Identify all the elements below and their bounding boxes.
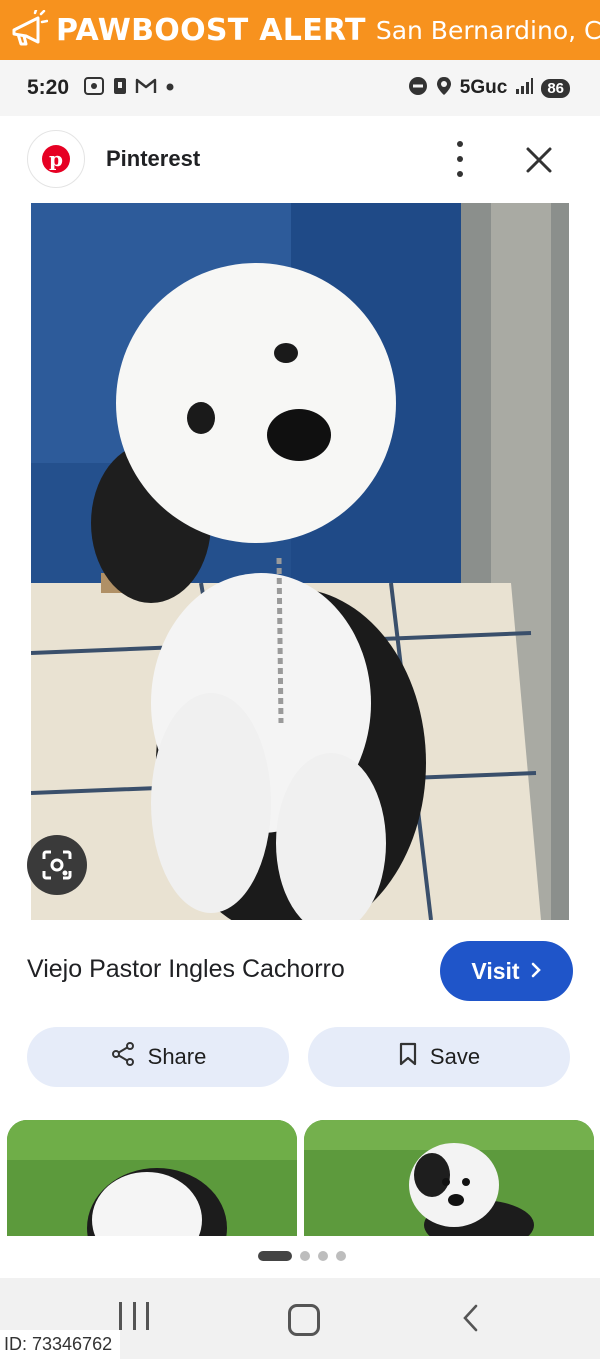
pawboost-alert-banner: PAWBOOST ALERT San Bernardino, CA (0, 0, 600, 60)
visit-label: Visit (471, 957, 520, 984)
status-time: 5:20 (27, 76, 70, 99)
related-image[interactable] (7, 1120, 297, 1236)
pinterest-logo-icon: p (42, 145, 70, 173)
carousel-dot (318, 1251, 328, 1261)
gmail-icon (135, 77, 157, 100)
share-button[interactable]: Share (27, 1027, 289, 1087)
screenshot-icon (83, 76, 105, 101)
alert-location: San Bernardino, CA (375, 15, 600, 45)
carousel-dot (336, 1251, 346, 1261)
image-id-label: ID: 73346762 (0, 1330, 121, 1359)
pinterest-logo[interactable]: p (27, 130, 85, 188)
alert-title: PAWBOOST ALERT (56, 12, 366, 48)
megaphone-icon (8, 8, 48, 52)
site-name[interactable]: Pinterest (106, 146, 200, 172)
home-icon[interactable] (288, 1304, 320, 1336)
source-header: p Pinterest (0, 116, 600, 202)
more-options-icon[interactable] (446, 141, 474, 177)
save-label: Save (429, 1044, 481, 1069)
result-title: Viejo Pastor Ingles Cachorro (27, 955, 345, 983)
location-icon (436, 76, 452, 101)
carousel-dot-active (258, 1251, 292, 1261)
close-icon[interactable] (520, 141, 558, 179)
do-not-disturb-icon (408, 76, 428, 101)
recent-apps-icon[interactable] (119, 1302, 149, 1334)
battery-level: 86 (541, 78, 570, 98)
signal-icon (515, 77, 534, 100)
lock-icon (113, 76, 127, 101)
save-button[interactable]: Save (308, 1027, 570, 1087)
share-label: Share (147, 1044, 207, 1069)
back-icon[interactable] (458, 1302, 484, 1334)
status-bar: 5:20 5Guc 86 (0, 60, 600, 116)
related-image[interactable] (304, 1120, 594, 1236)
network-type: 5Guc (459, 77, 508, 98)
visit-button[interactable]: Visit (440, 941, 573, 1001)
google-lens-icon[interactable] (27, 835, 87, 895)
result-image[interactable] (31, 203, 569, 920)
chevron-right-icon (530, 958, 542, 985)
share-icon (110, 1041, 136, 1073)
bookmark-icon (398, 1042, 418, 1072)
dot-icon (165, 79, 175, 97)
carousel-dot (300, 1251, 310, 1261)
carousel-indicator (258, 1251, 346, 1261)
